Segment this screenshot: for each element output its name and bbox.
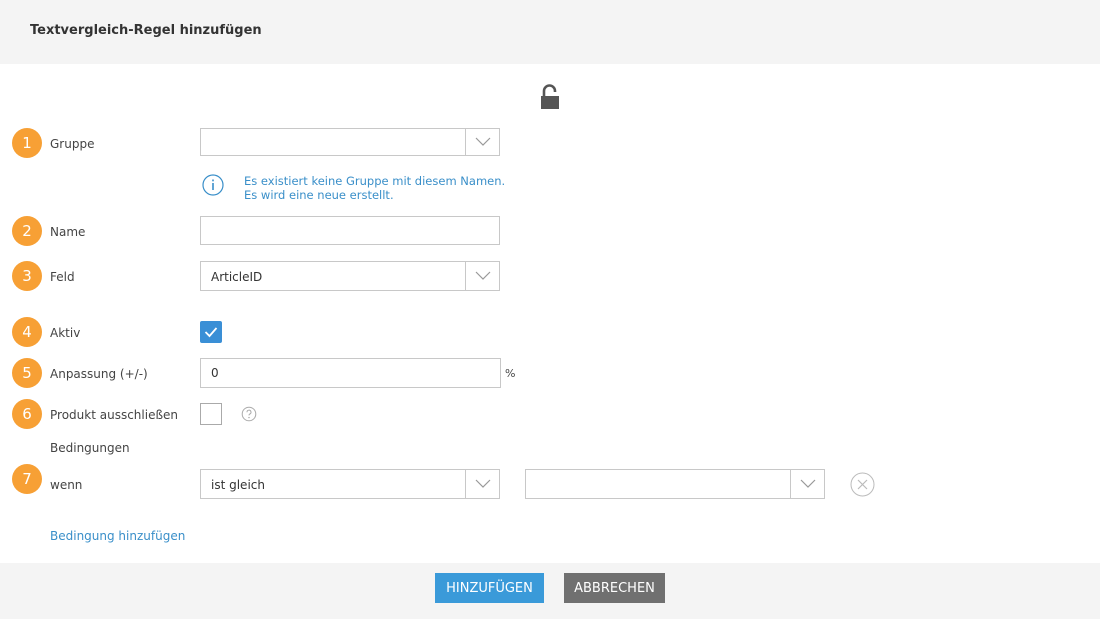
add-button[interactable]: HINZUFÜGEN <box>435 573 544 603</box>
cancel-button[interactable]: ABBRECHEN <box>564 573 665 603</box>
info-line-2: Es wird eine neue erstellt. <box>244 188 394 202</box>
dialog-footer: HINZUFÜGEN ABBRECHEN <box>0 563 1100 619</box>
bedingungen-heading: Bedingungen <box>50 441 130 455</box>
step-badge-5: 5 <box>12 358 42 388</box>
feld-dropdown-button[interactable] <box>465 262 499 290</box>
chevron-down-icon <box>800 479 815 488</box>
operator-select[interactable]: ist gleich <box>200 469 500 499</box>
chevron-down-icon <box>475 479 490 488</box>
dialog-header: Textvergleich-Regel hinzufügen <box>0 0 1100 64</box>
feld-label: Feld <box>50 270 75 284</box>
name-input[interactable] <box>200 216 500 245</box>
condition-value-dropdown-button[interactable] <box>790 470 824 498</box>
aktiv-label: Aktiv <box>50 326 81 340</box>
group-info-message: Es existiert keine Gruppe mit diesem Nam… <box>244 174 505 202</box>
operator-select-value: ist gleich <box>211 478 265 492</box>
question-mark-icon[interactable] <box>241 406 257 422</box>
add-condition-link[interactable]: Bedingung hinzufügen <box>50 529 185 543</box>
gruppe-label: Gruppe <box>50 137 95 151</box>
checkmark-icon <box>204 327 218 338</box>
unlocked-padlock-icon[interactable] <box>540 84 560 110</box>
step-badge-1: 1 <box>12 128 42 158</box>
condition-value-select[interactable] <box>525 469 825 499</box>
info-line-1: Es existiert keine Gruppe mit diesem Nam… <box>244 174 506 188</box>
feld-select-value: ArticleID <box>211 270 263 284</box>
name-label: Name <box>50 225 86 239</box>
gruppe-select[interactable] <box>200 128 500 156</box>
anpassung-label: Anpassung (+/-) <box>50 367 148 381</box>
aktiv-checkbox[interactable] <box>200 321 222 343</box>
step-badge-4: 4 <box>12 317 42 347</box>
percent-unit: % <box>505 367 516 380</box>
anpassung-input[interactable] <box>200 358 501 388</box>
info-icon <box>202 174 224 196</box>
step-badge-6: 6 <box>12 399 42 429</box>
chevron-down-icon <box>475 271 490 280</box>
dialog-title: Textvergleich-Regel hinzufügen <box>30 23 262 38</box>
step-badge-7: 7 <box>12 464 42 494</box>
feld-select[interactable]: ArticleID <box>200 261 500 291</box>
produkt-ausschliessen-checkbox[interactable] <box>200 403 222 425</box>
chevron-down-icon <box>475 137 490 146</box>
operator-dropdown-button[interactable] <box>465 470 499 498</box>
gruppe-dropdown-button[interactable] <box>465 129 499 155</box>
wenn-label: wenn <box>50 478 83 492</box>
close-circle-icon[interactable] <box>850 472 875 497</box>
step-badge-2: 2 <box>12 216 42 246</box>
step-badge-3: 3 <box>12 261 42 291</box>
produkt-ausschliessen-label: Produkt ausschließen <box>50 408 178 422</box>
